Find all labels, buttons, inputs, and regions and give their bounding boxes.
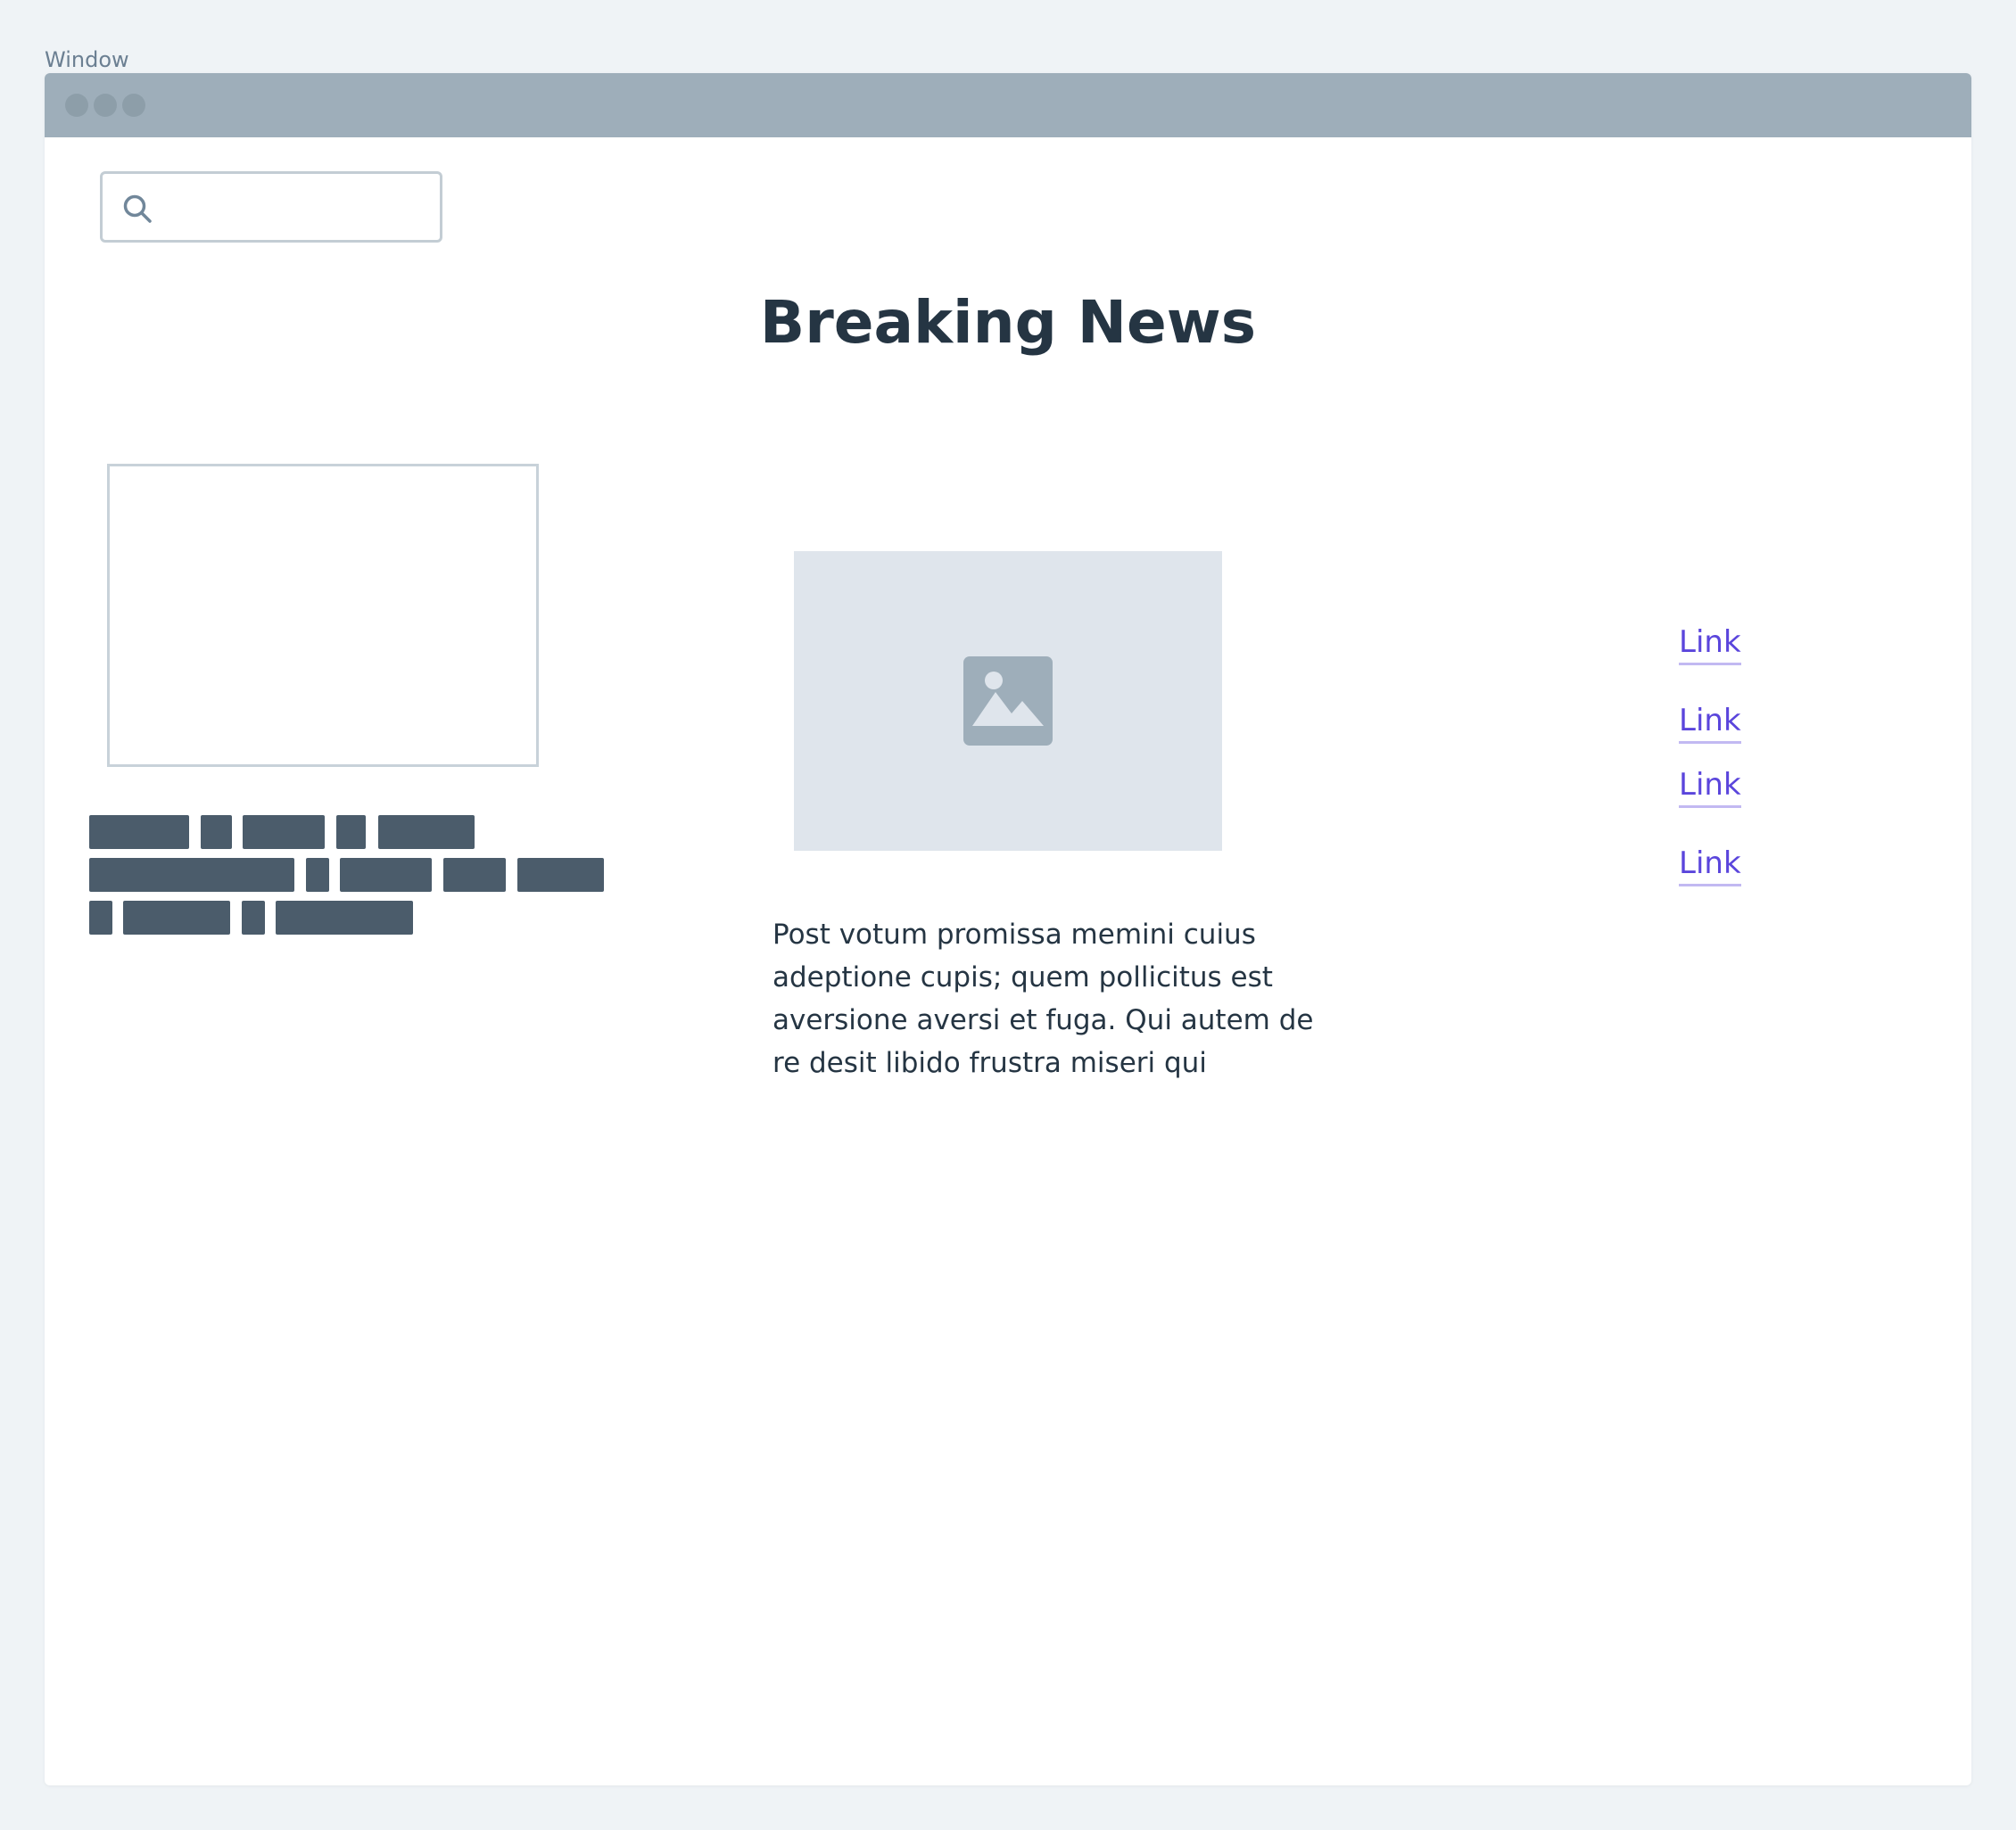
link-4[interactable]: Link (1679, 844, 1741, 886)
text-block (89, 858, 294, 892)
text-block (123, 901, 230, 935)
window-titlebar[interactable] (45, 73, 1971, 137)
text-block (201, 815, 232, 849)
search-icon (123, 194, 152, 223)
maximize-window-dot[interactable] (122, 94, 145, 117)
close-window-dot[interactable] (65, 94, 88, 117)
minimize-window-dot[interactable] (94, 94, 117, 117)
window-label: Window (45, 47, 129, 72)
text-block (276, 901, 413, 935)
article-image (794, 551, 1222, 851)
page-title: Breaking News (759, 288, 1257, 357)
image-icon (963, 656, 1053, 746)
link-2[interactable]: Link (1679, 701, 1741, 744)
image-placeholder (107, 464, 539, 767)
article-paragraph: Post votum promissa memini cuius adeptio… (773, 919, 1314, 1079)
text-block (243, 815, 325, 849)
text-block (340, 858, 432, 892)
link-1[interactable]: Link (1679, 622, 1741, 665)
browser-window: Breaking News Post votum promissa memini… (45, 73, 1971, 1785)
text-block (89, 901, 112, 935)
text-block (336, 815, 366, 849)
text-block (378, 815, 475, 849)
text-block (517, 858, 604, 892)
text-block (242, 901, 265, 935)
link-3[interactable]: Link (1679, 765, 1741, 808)
text-block (306, 858, 329, 892)
search-input[interactable] (165, 183, 427, 233)
search-box[interactable] (100, 171, 442, 243)
text-block (89, 815, 189, 849)
text-block (443, 858, 506, 892)
